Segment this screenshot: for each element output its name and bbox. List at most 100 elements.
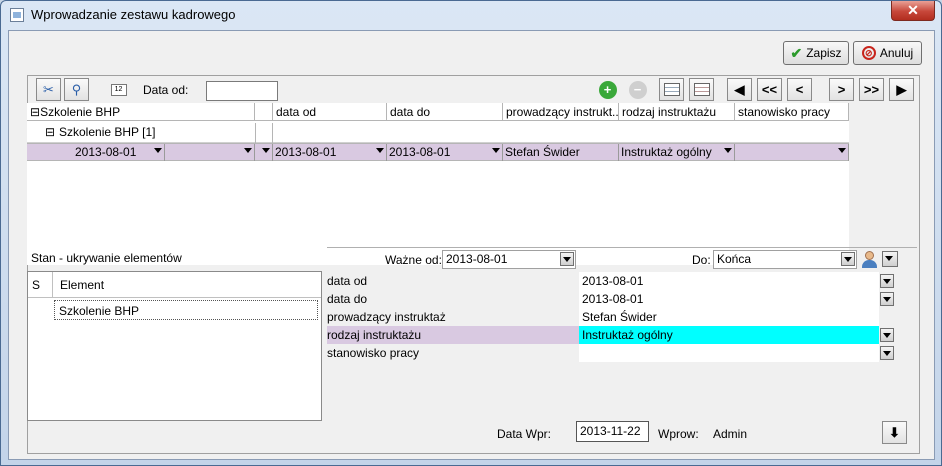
- delete-record-icon: [693, 83, 710, 96]
- elements-list-item[interactable]: Szkolenie BHP: [54, 300, 318, 320]
- column-header-element[interactable]: Element: [60, 278, 104, 292]
- cell-data-od[interactable]: 2013-08-01: [273, 144, 387, 161]
- dropdown-button[interactable]: [880, 274, 894, 288]
- dropdown-button[interactable]: [841, 252, 855, 266]
- prop-value[interactable]: 2013-08-01: [579, 290, 879, 308]
- person-icon[interactable]: [860, 250, 880, 269]
- row-extra-cell[interactable]: [165, 144, 255, 161]
- entry-date-input[interactable]: 2013-11-22: [576, 421, 649, 442]
- prop-value[interactable]: Stefan Świder: [579, 308, 879, 326]
- column-header-prowadzacy[interactable]: prowadzący instrukt...: [503, 103, 619, 121]
- dropdown-arrow-icon[interactable]: [838, 148, 846, 153]
- dropdown-button[interactable]: [880, 346, 894, 360]
- nav-next-fast-button[interactable]: >>: [859, 78, 884, 101]
- app-window: Wprowadzanie zestawu kadrowego ✕ ✔ Zapis…: [0, 0, 942, 466]
- add-record-button[interactable]: [659, 78, 684, 101]
- tree-root-label: Szkolenie BHP: [40, 105, 121, 119]
- row-spacer-cell[interactable]: [255, 144, 273, 161]
- to-input[interactable]: Końca: [713, 250, 857, 269]
- remove-button[interactable]: −: [625, 78, 650, 101]
- valid-from-value: 2013-08-01: [446, 252, 508, 266]
- valid-from-label: Ważne od:: [385, 253, 442, 267]
- elements-list-header: S Element: [28, 272, 321, 298]
- nav-first-icon: ◀: [734, 81, 745, 97]
- cell-stanowisko[interactable]: [735, 144, 849, 161]
- column-header-data-od[interactable]: data od: [273, 103, 387, 121]
- column-header-stanowisko[interactable]: stanowisko pracy: [735, 103, 849, 121]
- prop-row-stanowisko[interactable]: stanowisko pracy: [327, 344, 897, 362]
- dropdown-arrow-icon[interactable]: [244, 148, 252, 153]
- dropdown-button[interactable]: [880, 292, 894, 306]
- nav-last-icon: ▶: [896, 81, 907, 97]
- grid-spacer: [255, 123, 273, 143]
- prop-key: stanowisko pracy: [327, 346, 420, 360]
- nav-prev-fast-button[interactable]: <<: [757, 78, 782, 101]
- minus-icon: −: [628, 80, 647, 99]
- dropdown-arrow-icon[interactable]: [724, 148, 732, 153]
- window-title: Wprowadzanie zestawu kadrowego: [31, 7, 236, 22]
- date-from-input[interactable]: [206, 81, 278, 101]
- column-header-data-do[interactable]: data do: [387, 103, 503, 121]
- client-area: ✔ Zapisz ⊘ Anuluj ✂ ⚲ 12 Data od: + − ◀ …: [8, 30, 935, 460]
- cancel-button[interactable]: ⊘ Anuluj: [853, 41, 922, 65]
- prop-row-data-od[interactable]: data od 2013-08-01: [327, 272, 897, 290]
- valid-from-input[interactable]: 2013-08-01: [442, 250, 576, 269]
- prop-value[interactable]: 2013-08-01: [579, 272, 879, 290]
- cancel-icon: ⊘: [861, 46, 876, 60]
- left-panel-title: Stan - ukrywanie elementów: [31, 251, 182, 265]
- tree-child-label: Szkolenie BHP [1]: [59, 125, 156, 139]
- tools-button[interactable]: ✂: [36, 78, 61, 101]
- search-icon: ⚲: [71, 81, 82, 97]
- dropdown-button[interactable]: [560, 252, 574, 266]
- search-button[interactable]: ⚲: [64, 78, 89, 101]
- nav-next-button[interactable]: >: [829, 78, 854, 101]
- delete-record-button[interactable]: [689, 78, 714, 101]
- person-dropdown-button[interactable]: [882, 251, 898, 267]
- close-button[interactable]: ✕: [891, 1, 935, 21]
- collapse-icon: ⊟: [45, 125, 56, 139]
- add-button[interactable]: +: [595, 78, 620, 101]
- title-bar[interactable]: Wprowadzanie zestawu kadrowego ✕: [1, 1, 941, 29]
- to-label: Do:: [692, 253, 711, 267]
- right-panel-top-bar: [327, 242, 917, 248]
- row-date: 2013-08-01: [75, 145, 137, 159]
- cell-data-od-value: 2013-08-01: [275, 145, 337, 159]
- save-button[interactable]: ✔ Zapisz: [783, 41, 849, 65]
- dropdown-arrow-icon[interactable]: [262, 148, 270, 153]
- cell-rodzaj-value: Instruktaż ogólny: [621, 145, 712, 159]
- cell-data-do[interactable]: 2013-08-01: [387, 144, 503, 161]
- row-date-cell[interactable]: 2013-08-01: [73, 144, 165, 161]
- column-header-rodzaj[interactable]: rodzaj instruktażu: [619, 103, 735, 121]
- entered-by-value: Admin: [713, 427, 748, 441]
- prop-key: data od: [327, 274, 368, 288]
- prop-key: prowadzący instruktaż: [327, 310, 446, 324]
- prop-value-rodzaj[interactable]: Instruktaż ogólny: [579, 326, 879, 344]
- nav-last-button[interactable]: ▶: [889, 78, 914, 101]
- nav-prev-button[interactable]: <: [787, 78, 812, 101]
- plus-icon: +: [598, 80, 617, 99]
- prop-row-data-do[interactable]: data do 2013-08-01: [327, 290, 897, 308]
- calendar-button[interactable]: 12: [106, 78, 131, 101]
- prop-row-prowadzacy[interactable]: prowadzący instruktaż Stefan Świder: [327, 308, 897, 326]
- tree-child-row[interactable]: ⊟ Szkolenie BHP [1]: [27, 123, 849, 143]
- cancel-label: Anuluj: [879, 46, 914, 60]
- entry-date-label: Data Wpr:: [497, 427, 552, 441]
- to-value: Końca: [717, 252, 752, 266]
- selected-row[interactable]: 2013-08-01 2013-08-01 2013-08-01 Stefan …: [27, 143, 849, 161]
- dropdown-arrow-icon[interactable]: [376, 148, 384, 153]
- column-header-s[interactable]: S: [32, 278, 40, 292]
- prop-value[interactable]: [579, 344, 879, 362]
- prop-key: data do: [327, 292, 368, 306]
- prop-key: rodzaj instruktażu: [327, 328, 422, 342]
- nav-first-button[interactable]: ◀: [727, 78, 752, 101]
- cell-rodzaj[interactable]: Instruktaż ogólny: [619, 144, 735, 161]
- prop-row-rodzaj[interactable]: rodzaj instruktażu: [327, 326, 579, 344]
- dropdown-button[interactable]: [880, 328, 894, 342]
- column-divider: [52, 272, 53, 298]
- down-arrow-button[interactable]: ⬇: [882, 421, 907, 444]
- dropdown-arrow-icon[interactable]: [154, 148, 162, 153]
- dropdown-arrow-icon[interactable]: [492, 148, 500, 153]
- cell-prowadzacy[interactable]: Stefan Świder: [503, 144, 619, 161]
- tree-root[interactable]: ⊟Szkolenie BHP: [27, 103, 255, 121]
- data-grid: ⊟Szkolenie BHP data od data do prowadząc…: [27, 103, 849, 265]
